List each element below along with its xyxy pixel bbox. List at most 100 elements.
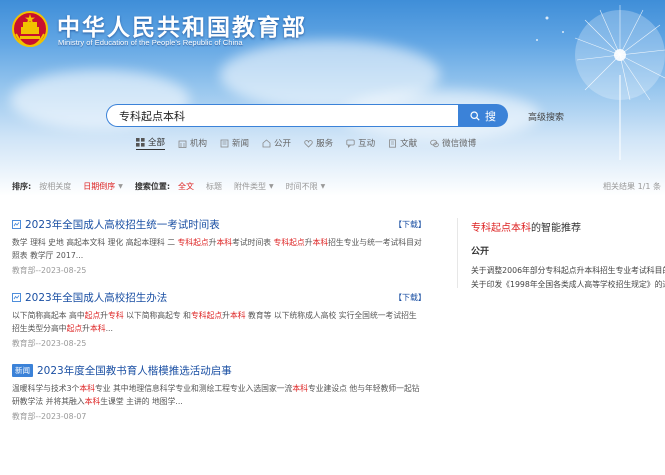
snippet-text: 升 (222, 311, 230, 320)
sort-relevance-option[interactable]: 按相关度 (39, 181, 71, 192)
highlighted-keyword: 专科起点 (177, 238, 209, 247)
caret-down-icon: ▼ (269, 182, 274, 190)
dandelion-decoration-icon (536, 5, 665, 160)
recommendation-title-rest: 的智能推荐 (531, 223, 581, 234)
attachment-type-label: 附件类型 (234, 181, 267, 191)
result-item: 新闻 2023年度全国教书育人楷模推选活动启事 温暖科学与技术3个本科专业 其中… (12, 362, 426, 422)
result-snippet: 温暖科学与技术3个本科专业 其中地理信息科学专业和测绘工程专业入选国家一流本科专… (12, 382, 426, 408)
highlighted-keyword: 本科 (89, 324, 106, 333)
result-title: 2023年度全国教书育人楷模推选活动启事 (37, 364, 232, 377)
results-list: 2023年全国成人高校招生统一考试时间表 【下载】 数学 理科 史地 高起本文科… (12, 216, 426, 435)
position-full-text-option[interactable]: 全文 (178, 181, 194, 192)
snippet-text: 专业 其中地理信息科学专业和测绘工程专业入选国家一流 (94, 384, 293, 393)
national-emblem-icon (12, 11, 48, 48)
category-tabs: 全部 机构 新闻 公开 服务 互动 文献 微信微博 (136, 136, 476, 150)
result-title-link[interactable]: 新闻 2023年度全国教书育人楷模推选活动启事 (12, 363, 232, 378)
result-snippet: 数学 理科 史地 高起本文科 理化 高起本理科 二 专科起点升本科考试时间表 专… (12, 236, 426, 262)
search-input[interactable] (106, 104, 459, 127)
header-banner: 中华人民共和国教育部 Ministry of Education of the … (0, 0, 665, 196)
highlighted-keyword: 本科 (216, 238, 233, 247)
highlighted-keyword: 专科起点 (273, 238, 305, 247)
attachment-type-dropdown[interactable]: 附件类型 ▼ (234, 181, 274, 192)
highlighted-keyword: 本科 (229, 311, 246, 320)
time-range-dropdown[interactable]: 时间不限 ▼ (286, 181, 326, 192)
tab-label: 文献 (400, 139, 418, 149)
recommendation-subtitle: 公开 (471, 247, 490, 257)
grid-icon (136, 137, 145, 147)
time-range-label: 时间不限 (285, 181, 318, 191)
tab-documents[interactable]: 文献 (388, 136, 417, 150)
document-icon (389, 138, 396, 148)
highlighted-keyword: 本科 (312, 238, 329, 247)
result-title: 2023年全国成人高校招生统一考试时间表 (25, 218, 220, 231)
snippet-text: 升 (82, 324, 90, 333)
sort-label: 排序: (12, 181, 32, 191)
news-badge: 新闻 (12, 363, 33, 377)
result-title-link[interactable]: 2023年全国成人高校招生办法 (12, 290, 167, 305)
highlighted-keyword: 起点 (66, 324, 83, 333)
recommendation-keyword: 专科起点本科 (471, 223, 531, 234)
highlighted-keyword: 起点 (84, 311, 101, 320)
tab-label: 微信微博 (442, 139, 477, 149)
result-meta: 教育部--2023-08-25 (12, 339, 87, 348)
smart-recommendation-panel: 专科起点本科的智能推荐 公开 关于调整2006年部分专科起点升本科招生专业考试科… (471, 219, 665, 290)
news-icon (220, 139, 229, 147)
tab-label: 服务 (316, 139, 334, 149)
snippet-text: 考试时间表 (232, 238, 274, 247)
column-divider (457, 218, 458, 288)
sort-date-label: 日期倒序 (83, 181, 116, 191)
highlighted-keyword: 专科起点 (190, 311, 223, 320)
result-meta: 教育部--2023-08-07 (12, 412, 87, 421)
search-button-label: 搜 (485, 109, 496, 123)
result-snippet: 以下简称高起本 高中起点升专科 以下简称高起专 和专科起点升本科 教育等 以下统… (12, 309, 426, 335)
snippet-text: 生课堂 主讲的 地图学... (100, 397, 183, 406)
ministry-title-cn: 中华人民共和国教育部 (57, 15, 307, 41)
filter-bar: 排序: 按相关度 日期倒序 ▼ 搜索位置: 全文 标题 附件类型 ▼ 时间不限 … (0, 176, 665, 196)
tab-label: 机构 (190, 139, 208, 149)
tab-label: 公开 (274, 139, 292, 149)
highlighted-keyword: 本科 (292, 384, 308, 393)
advanced-search-link[interactable]: 高级搜索 (528, 110, 564, 123)
result-title-link[interactable]: 2023年全国成人高校招生统一考试时间表 (12, 217, 220, 232)
caret-down-icon: ▼ (320, 182, 326, 190)
position-title-option[interactable]: 标题 (206, 181, 222, 192)
heart-icon (304, 139, 313, 148)
recommendation-link[interactable]: 关于印发《1998年全国各类成人高等学校招生规定》的通知 (471, 279, 665, 290)
snippet-text: 温暖科学与技术3个 (12, 384, 80, 393)
doc-icon (12, 219, 21, 229)
tab-institutions[interactable]: 机构 (178, 136, 207, 150)
result-meta: 教育部--2023-08-25 (12, 266, 87, 275)
tab-interaction[interactable]: 互动 (346, 136, 375, 150)
ministry-title-en: Ministry of Education of the People's Re… (58, 38, 243, 47)
snippet-text: 数学 理科 史地 高起本文科 理化 高起本理科 二 (12, 238, 178, 247)
search-position-label: 搜索位置: (134, 181, 171, 191)
download-link[interactable]: 【下载】 (394, 219, 426, 230)
tab-wechat-weibo[interactable]: 微信微博 (430, 136, 476, 150)
highlighted-keyword: 本科 (84, 397, 101, 406)
tab-services[interactable]: 服务 (304, 136, 333, 150)
building-icon (178, 140, 187, 148)
caret-down-icon: ▼ (118, 182, 123, 190)
search-button[interactable]: 搜 (458, 104, 508, 127)
snippet-text: ... (105, 324, 113, 333)
tab-news[interactable]: 新闻 (220, 136, 249, 150)
highlighted-keyword: 本科 (79, 384, 95, 393)
snippet-text: 升 (100, 311, 109, 320)
tab-all[interactable]: 全部 (136, 136, 166, 150)
sort-date-option[interactable]: 日期倒序 ▼ (83, 181, 123, 192)
result-title: 2023年全国成人高校招生办法 (25, 291, 168, 304)
public-icon (262, 138, 271, 147)
recommendation-title: 专科起点本科的智能推荐 (471, 219, 665, 234)
result-item: 2023年全国成人高校招生统一考试时间表 【下载】 数学 理科 史地 高起本文科… (12, 216, 426, 276)
download-link[interactable]: 【下载】 (394, 292, 426, 303)
highlighted-keyword: 专科 (108, 311, 124, 320)
result-item: 2023年全国成人高校招生办法 【下载】 以下简称高起本 高中起点升专科 以下简… (12, 289, 426, 349)
snippet-text: 以下简称高起本 高中 (12, 311, 85, 320)
tab-label: 互动 (358, 139, 376, 149)
recommendation-link[interactable]: 关于调整2006年部分专科起点升本科招生专业考试科目的通知 (471, 265, 665, 276)
doc-icon (12, 292, 21, 302)
snippet-text: 以下简称高起专 和 (123, 311, 191, 320)
tab-label: 新闻 (232, 139, 250, 149)
snippet-text: 升 (304, 238, 313, 247)
tab-public[interactable]: 公开 (262, 136, 291, 150)
